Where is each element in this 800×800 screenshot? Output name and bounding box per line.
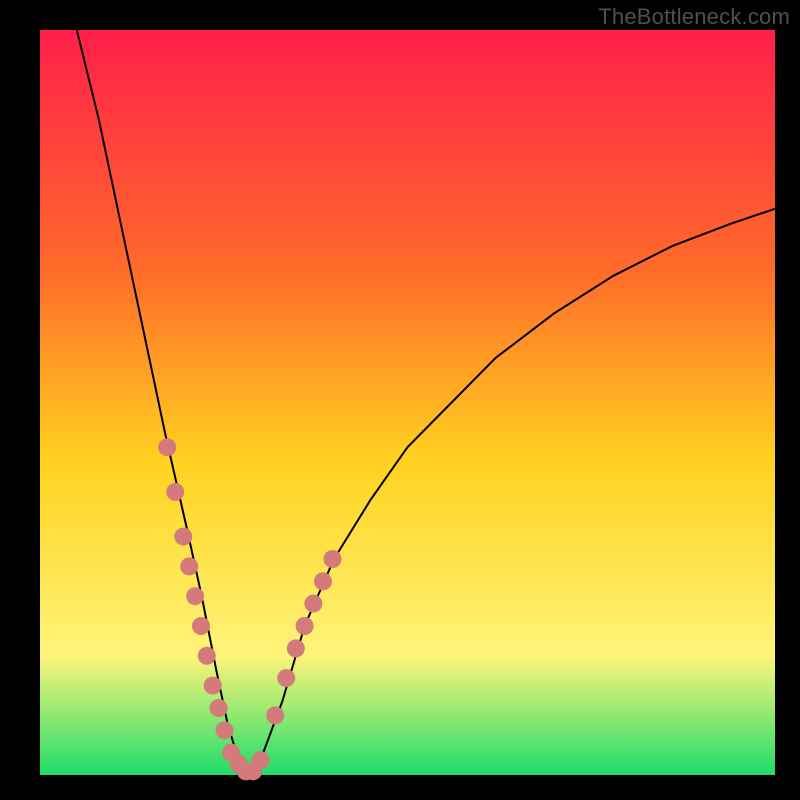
highlight-dot — [204, 677, 222, 695]
plot-background — [40, 30, 775, 775]
highlight-dot — [252, 751, 270, 769]
highlight-dot — [180, 557, 198, 575]
highlight-dot — [198, 647, 216, 665]
highlight-dot — [210, 699, 228, 717]
highlight-dot — [174, 528, 192, 546]
highlight-dot — [166, 483, 184, 501]
highlight-dot — [296, 617, 314, 635]
highlight-dot — [277, 669, 295, 687]
highlight-dot — [216, 721, 234, 739]
highlight-dot — [324, 550, 342, 568]
chart-container: { "watermark": "TheBottleneck.com", "col… — [0, 0, 800, 800]
watermark-text: TheBottleneck.com — [598, 4, 790, 30]
highlight-dot — [287, 639, 305, 657]
plot-svg — [0, 0, 800, 800]
highlight-dot — [266, 706, 284, 724]
highlight-dot — [186, 587, 204, 605]
highlight-dot — [158, 438, 176, 456]
highlight-dot — [314, 572, 332, 590]
highlight-dot — [304, 595, 322, 613]
highlight-dot — [192, 617, 210, 635]
